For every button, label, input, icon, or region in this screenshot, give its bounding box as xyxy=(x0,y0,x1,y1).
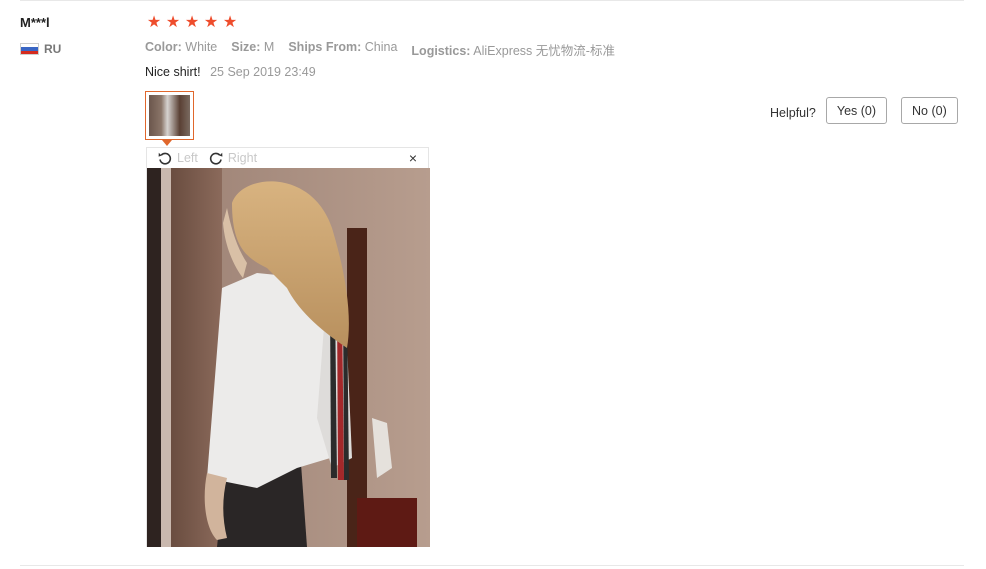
helpful-no-button[interactable]: No (0) xyxy=(901,97,958,124)
rotate-left-icon xyxy=(158,152,172,165)
thumbnail-image xyxy=(149,95,190,136)
attribute-value: AliExpress 无忧物流-标准 xyxy=(473,44,615,58)
helpful-label: Helpful? xyxy=(770,105,816,120)
close-icon[interactable]: × xyxy=(409,150,417,166)
rotate-right-label: Right xyxy=(227,151,258,165)
attribute-value: China xyxy=(364,40,398,54)
attribute-label: Color: xyxy=(145,40,182,54)
top-divider xyxy=(20,0,964,1)
rotate-left-button[interactable]: Left xyxy=(157,150,198,166)
review-comment: Nice shirt! xyxy=(145,65,201,79)
attribute-size: Size: M xyxy=(231,40,274,59)
rotate-right-button[interactable]: Right xyxy=(208,150,257,166)
thumbnail-pointer xyxy=(162,140,172,146)
helpful-yes-button[interactable]: Yes (0) xyxy=(825,97,888,124)
reviewer-country: RU xyxy=(20,42,61,56)
attribute-label: Size: xyxy=(231,40,261,54)
attribute-label: Ships From: xyxy=(288,40,362,54)
star-icon: ★ xyxy=(146,14,162,31)
rotate-left-label: Left xyxy=(177,151,198,165)
attribute-ships-from: Ships From: China xyxy=(288,40,397,59)
russia-flag-icon xyxy=(20,43,39,55)
photo-viewer: Left Right × xyxy=(146,147,430,547)
review-photo xyxy=(147,168,430,547)
star-icon: ★ xyxy=(203,14,219,31)
rotate-right-icon xyxy=(209,152,223,165)
helpful-section: Helpful? Yes (0) No (0) xyxy=(770,97,958,124)
review-comment-line: Nice shirt! 25 Sep 2019 23:49 xyxy=(145,65,316,79)
viewer-toolbar: Left Right × xyxy=(147,148,428,168)
review-photo-image xyxy=(147,168,430,547)
star-icon: ★ xyxy=(184,14,200,31)
review-photo-thumbnail[interactable] xyxy=(145,91,194,140)
attribute-label: Logistics: xyxy=(411,44,471,58)
attribute-value: White xyxy=(185,40,218,54)
product-attributes: Color: White Size: M Ships From: China L… xyxy=(145,40,615,59)
country-code: RU xyxy=(44,42,62,56)
reviewer-name: M***l xyxy=(20,15,50,30)
attribute-value: M xyxy=(263,40,275,54)
rating-stars: ★ ★ ★ ★ ★ xyxy=(145,14,239,32)
star-icon: ★ xyxy=(165,14,181,31)
review-date: 25 Sep 2019 23:49 xyxy=(210,65,316,79)
attribute-logistics: Logistics: AliExpress 无忧物流-标准 xyxy=(411,40,615,59)
bottom-divider xyxy=(20,565,964,566)
star-icon: ★ xyxy=(222,14,238,31)
attribute-color: Color: White xyxy=(145,40,217,59)
